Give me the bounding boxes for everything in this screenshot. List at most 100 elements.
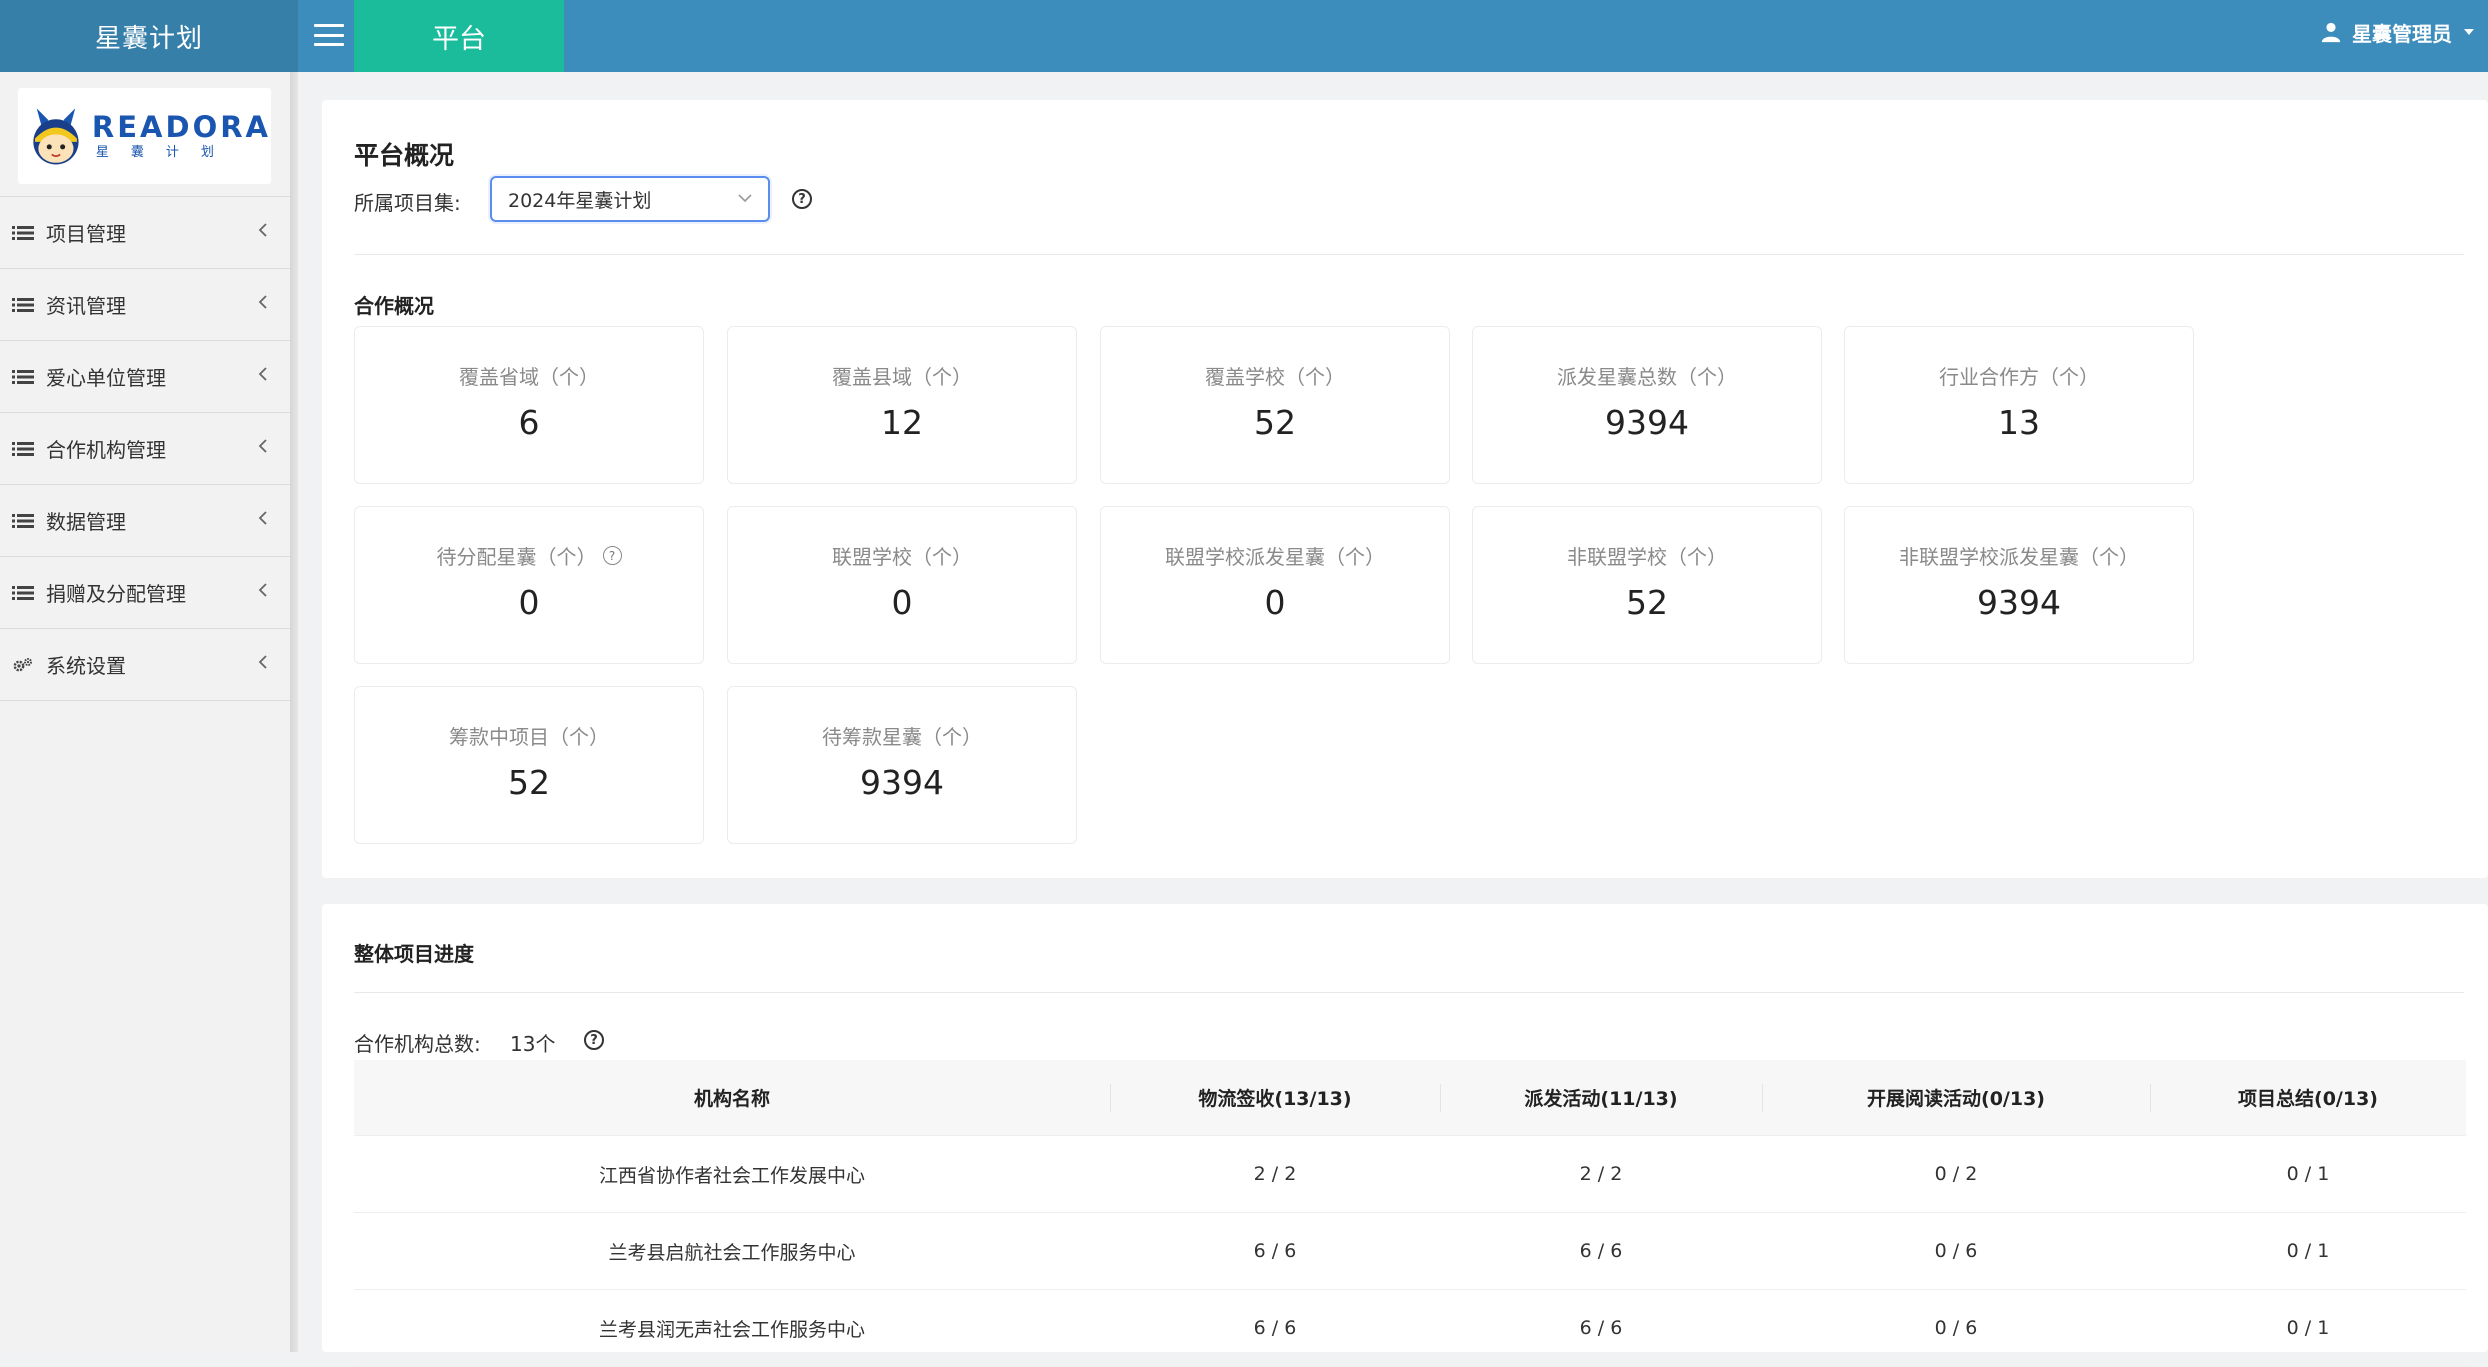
- sidebar-item-label: 合作机构管理: [46, 438, 166, 462]
- gears-icon: [13, 657, 32, 671]
- chevron-down-icon: [738, 194, 752, 203]
- distribution-cell: 2 / 2: [1579, 1163, 1623, 1185]
- progress-panel: 整体项目进度 合作机构总数: 13个 ? 机构名称 物流签收(13/13) 派发…: [322, 904, 2488, 1367]
- table-header: 机构名称 物流签收(13/13) 派发活动(11/13) 开展阅读活动(0/13…: [354, 1060, 2466, 1136]
- user-name: 星囊管理员: [2352, 21, 2452, 46]
- sidebar-item-label: 项目管理: [46, 222, 126, 246]
- stat-value: 9394: [860, 763, 944, 802]
- user-menu[interactable]: 星囊管理员: [2320, 0, 2474, 64]
- reading-cell: 0 / 2: [1934, 1163, 1978, 1185]
- logo: READORA 星囊计划: [18, 88, 271, 184]
- stat-card: 待分配星囊（个） ? 0: [354, 506, 704, 664]
- logo-title: READORA: [91, 110, 271, 144]
- stat-card: 联盟学校派发星囊（个） 0: [1100, 506, 1450, 664]
- divider: [354, 992, 2464, 993]
- column-header-org-name[interactable]: 机构名称: [354, 1060, 1110, 1136]
- list-icon: [12, 369, 34, 384]
- sidebar-item-news[interactable]: 资讯管理: [0, 269, 290, 341]
- project-set-select[interactable]: 2024年星囊计划: [490, 176, 770, 222]
- stat-label: 筹款中项目（个）: [449, 725, 609, 749]
- list-icon: [12, 297, 34, 312]
- chevron-left-icon: [258, 655, 267, 669]
- sidebar: READORA 星囊计划 项目管理 资讯管理 爱心单位管理 合作机构管理 数据管…: [0, 72, 290, 1352]
- progress-table: 机构名称 物流签收(13/13) 派发活动(11/13) 开展阅读活动(0/13…: [354, 1060, 2466, 1367]
- logo-subtitle: 星囊计划: [95, 145, 236, 160]
- summary-cell: 0 / 1: [2286, 1317, 2330, 1339]
- stat-card: 筹款中项目（个） 52: [354, 686, 704, 844]
- logistics-cell: 6 / 6: [1253, 1240, 1297, 1262]
- stat-value: 0: [518, 583, 540, 622]
- table-row[interactable]: 兰考县启航社会工作服务中心 6 / 6 6 / 6 0 / 6 0 / 1: [354, 1213, 2466, 1290]
- stat-card: 待筹款星囊（个） 9394: [727, 686, 1077, 844]
- brand-title[interactable]: 星囊计划: [0, 0, 298, 72]
- caret-down-icon: [2464, 29, 2474, 35]
- stat-value: 9394: [1977, 583, 2061, 622]
- sidebar-item-label: 爱心单位管理: [46, 366, 166, 390]
- stat-card: 覆盖县域（个） 12: [727, 326, 1077, 484]
- org-name-cell: 江西省协作者社会工作发展中心: [598, 1164, 865, 1187]
- stat-label: 行业合作方（个）: [1939, 365, 2099, 389]
- sidebar-item-project[interactable]: 项目管理: [0, 197, 290, 269]
- menu-toggle-icon[interactable]: [312, 20, 346, 50]
- stat-label: 非联盟学校（个）: [1567, 545, 1727, 569]
- distribution-cell: 6 / 6: [1579, 1317, 1623, 1339]
- column-header-distribution[interactable]: 派发活动(11/13): [1440, 1060, 1762, 1136]
- sidebar-item-label: 捐赠及分配管理: [46, 582, 186, 606]
- sidebar-nav: 项目管理 资讯管理 爱心单位管理 合作机构管理 数据管理 捐赠及分配管理 系统设…: [0, 196, 290, 701]
- progress-title: 整体项目进度: [354, 942, 474, 966]
- overview-panel: 平台概况 所属项目集: 2024年星囊计划 ? 合作概况 覆盖省域（个） 6 覆…: [322, 100, 2488, 878]
- project-set-label: 所属项目集:: [354, 191, 461, 215]
- mascot-icon: [33, 108, 79, 165]
- distribution-cell: 6 / 6: [1579, 1240, 1623, 1262]
- org-name-cell: 兰考县润无声社会工作服务中心: [598, 1318, 865, 1341]
- chevron-left-icon: [258, 511, 267, 525]
- cooperation-title: 合作概况: [354, 294, 434, 318]
- stat-value: 0: [891, 583, 913, 622]
- chevron-left-icon: [258, 295, 267, 309]
- sidebar-item-donation[interactable]: 捐赠及分配管理: [0, 557, 290, 629]
- stat-label: 覆盖省域（个）: [459, 365, 599, 389]
- list-icon: [12, 441, 34, 456]
- chevron-left-icon: [258, 223, 267, 237]
- top-bar: 星囊计划 平台 星囊管理员: [0, 0, 2488, 72]
- help-icon[interactable]: ?: [602, 546, 622, 565]
- tab-platform[interactable]: 平台: [354, 0, 564, 72]
- stat-label: 联盟学校派发星囊（个）: [1165, 545, 1385, 569]
- column-header-logistics[interactable]: 物流签收(13/13): [1110, 1060, 1440, 1136]
- divider: [354, 254, 2464, 255]
- reading-cell: 0 / 6: [1934, 1317, 1978, 1339]
- chevron-left-icon: [258, 367, 267, 381]
- stat-value: 13: [1998, 403, 2040, 442]
- logistics-cell: 6 / 6: [1253, 1317, 1297, 1339]
- reading-cell: 0 / 6: [1934, 1240, 1978, 1262]
- stat-label: 覆盖县域（个）: [832, 365, 972, 389]
- stat-value: 52: [508, 763, 550, 802]
- sidebar-item-label: 系统设置: [46, 654, 126, 678]
- stat-label: 覆盖学校（个）: [1205, 365, 1345, 389]
- sidebar-item-label: 数据管理: [46, 510, 126, 534]
- column-header-summary[interactable]: 项目总结(0/13): [2150, 1060, 2466, 1136]
- stat-label: 派发星囊总数（个）: [1557, 365, 1737, 389]
- stat-card: 覆盖学校（个） 52: [1100, 326, 1450, 484]
- chevron-left-icon: [258, 439, 267, 453]
- project-set-value: 2024年星囊计划: [508, 189, 652, 212]
- org-name-cell: 兰考县启航社会工作服务中心: [608, 1241, 856, 1264]
- sidebar-item-data[interactable]: 数据管理: [0, 485, 290, 557]
- user-icon: [2321, 22, 2341, 43]
- logistics-cell: 2 / 2: [1253, 1163, 1297, 1185]
- stat-label: 待分配星囊（个）: [436, 545, 597, 569]
- sidebar-item-settings[interactable]: 系统设置: [0, 629, 290, 701]
- overview-title: 平台概况: [354, 141, 455, 170]
- help-icon[interactable]: ?: [584, 1030, 604, 1050]
- sidebar-item-donor-units[interactable]: 爱心单位管理: [0, 341, 290, 413]
- list-icon: [12, 513, 34, 528]
- column-header-reading[interactable]: 开展阅读活动(0/13): [1762, 1060, 2150, 1136]
- stat-card: 覆盖省域（个） 6: [354, 326, 704, 484]
- stat-value: 9394: [1605, 403, 1689, 442]
- stat-label: 联盟学校（个）: [832, 545, 972, 569]
- help-icon[interactable]: ?: [792, 189, 812, 209]
- table-row[interactable]: 江西省协作者社会工作发展中心 2 / 2 2 / 2 0 / 2 0 / 1: [354, 1136, 2466, 1213]
- sidebar-item-partners[interactable]: 合作机构管理: [0, 413, 290, 485]
- stat-card: 非联盟学校派发星囊（个） 9394: [1844, 506, 2194, 664]
- table-row[interactable]: 兰考县润无声社会工作服务中心 6 / 6 6 / 6 0 / 6 0 / 1: [354, 1290, 2466, 1367]
